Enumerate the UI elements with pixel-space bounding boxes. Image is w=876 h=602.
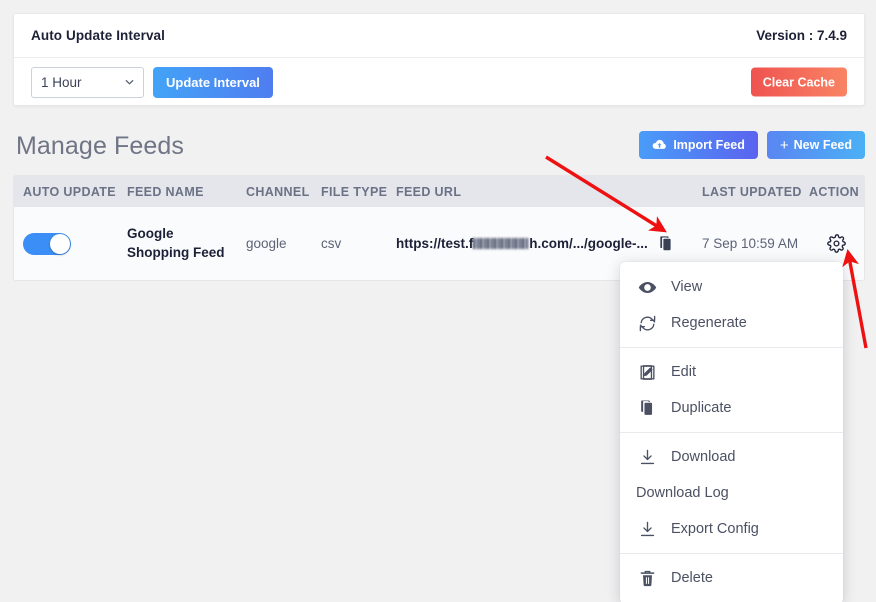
table-header-row: AUTO UPDATE FEED NAME CHANNEL FILE TYPE … <box>14 176 864 207</box>
feed-name-cell: Google Shopping Feed <box>127 226 225 260</box>
redacted-url-segment <box>473 238 530 249</box>
menu-item-label: View <box>671 279 703 295</box>
menu-item-download[interactable]: Download <box>620 439 843 475</box>
refresh-icon <box>636 312 658 334</box>
version-label: Version : 7.4.9 <box>756 28 847 43</box>
column-header-last-updated: LAST UPDATED <box>702 184 802 199</box>
menu-item-label: Edit <box>671 364 696 380</box>
interval-select-wrapper: 1 Hour <box>31 66 144 98</box>
column-header-feed-name: FEED NAME <box>127 184 204 199</box>
clear-cache-button[interactable]: Clear Cache <box>750 67 847 97</box>
action-context-menu: View Regenerate Edit Duplicate Download … <box>620 262 843 602</box>
menu-separator <box>620 553 843 554</box>
menu-item-label: Export Config <box>671 521 759 537</box>
header-actions: Import Feed + New Feed <box>639 131 865 159</box>
new-feed-button[interactable]: + New Feed <box>766 131 865 159</box>
page-root: Auto Update Interval Version : 7.4.9 1 H… <box>0 0 876 602</box>
plus-icon: + <box>779 136 789 154</box>
menu-item-label: Delete <box>671 570 713 586</box>
auto-update-cell <box>23 207 71 280</box>
column-header-channel: CHANNEL <box>246 184 310 199</box>
feed-url-suffix: h.com/.../google-... <box>529 236 648 251</box>
eye-icon <box>636 276 658 298</box>
interval-select[interactable]: 1 Hour <box>31 66 144 98</box>
auto-update-toggle[interactable] <box>23 232 71 255</box>
duplicate-icon <box>636 397 658 419</box>
menu-item-export-config[interactable]: Export Config <box>620 511 843 547</box>
menu-separator <box>620 347 843 348</box>
menu-item-label: Download <box>671 449 736 465</box>
file-type-cell: csv <box>321 236 342 251</box>
column-header-action: ACTION <box>809 184 860 199</box>
import-feed-label: Import Feed <box>673 138 745 152</box>
menu-item-delete[interactable]: Delete <box>620 560 843 596</box>
menu-item-regenerate[interactable]: Regenerate <box>620 305 843 341</box>
card-header: Auto Update Interval Version : 7.4.9 <box>14 14 864 58</box>
gear-icon[interactable] <box>827 234 846 253</box>
menu-item-edit[interactable]: Edit <box>620 354 843 390</box>
download-icon <box>636 446 658 468</box>
menu-item-label: Download Log <box>636 485 729 501</box>
manage-feeds-header: Manage Feeds Import Feed + New Feed <box>13 126 865 170</box>
column-header-auto-update: AUTO UPDATE <box>23 184 116 199</box>
import-feed-button[interactable]: Import Feed <box>639 131 758 159</box>
new-feed-label: New Feed <box>793 138 852 152</box>
edit-icon <box>636 361 658 383</box>
toggle-knob <box>50 233 70 254</box>
column-header-file-type: FILE TYPE <box>321 184 388 199</box>
auto-update-interval-card: Auto Update Interval Version : 7.4.9 1 H… <box>13 13 865 106</box>
trash-icon <box>636 567 658 589</box>
menu-separator <box>620 432 843 433</box>
copy-url-icon[interactable] <box>657 235 674 252</box>
feed-url-text: https://test.f h.com/.../google-... <box>396 236 648 251</box>
update-interval-button[interactable]: Update Interval <box>153 66 273 98</box>
feed-url-prefix: https://test.f <box>396 236 474 251</box>
menu-item-duplicate[interactable]: Duplicate <box>620 390 843 426</box>
menu-item-label: Regenerate <box>671 315 747 331</box>
menu-item-download-log[interactable]: Download Log <box>620 475 843 511</box>
column-header-feed-url: FEED URL <box>396 184 462 199</box>
card-title: Auto Update Interval <box>31 28 166 43</box>
card-body: 1 Hour Update Interval Clear Cache <box>14 58 864 106</box>
cloud-upload-icon <box>652 139 667 151</box>
page-title: Manage Feeds <box>16 132 184 160</box>
menu-item-view[interactable]: View <box>620 269 843 305</box>
channel-cell: google <box>246 236 287 251</box>
download-icon <box>636 518 658 540</box>
menu-item-label: Duplicate <box>671 400 732 416</box>
